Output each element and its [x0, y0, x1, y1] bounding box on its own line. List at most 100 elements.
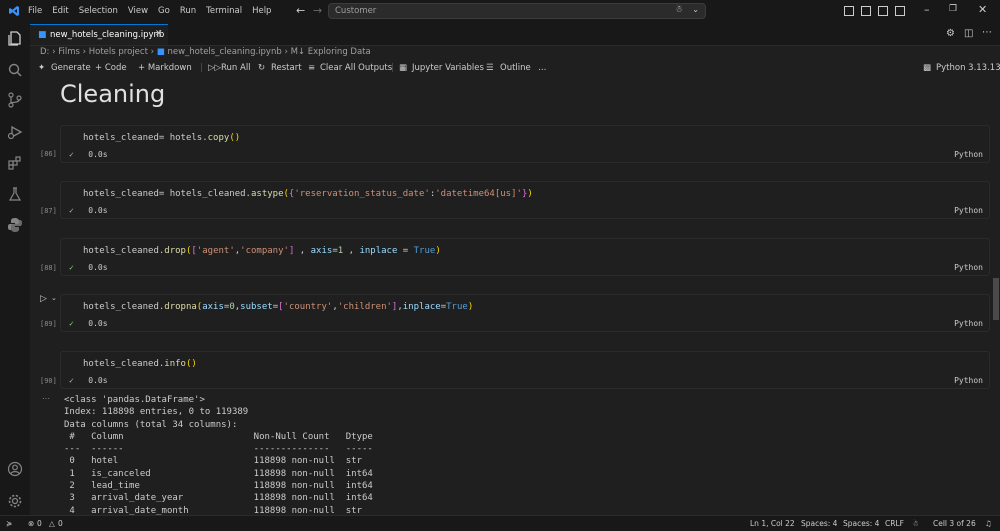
warning-count[interactable]: 0: [58, 519, 63, 528]
code-token: 'reservation_status_date': [294, 189, 430, 199]
testing-flask-icon[interactable]: [7, 186, 23, 202]
code-cell[interactable]: hotels_cleaned= hotels.copy() ✓ 0.0s Pyt…: [60, 125, 990, 163]
code-token: dropna: [164, 302, 197, 312]
scrollbar-thumb[interactable]: [993, 278, 999, 320]
breadcrumb-project[interactable]: Hotels project: [89, 47, 148, 57]
code-token: ,: [343, 246, 360, 256]
run-debug-icon[interactable]: [7, 124, 23, 140]
copilot-status-icon[interactable]: ☃: [912, 519, 919, 528]
cell-language[interactable]: Python: [954, 263, 983, 272]
add-markdown-button[interactable]: + Markdown: [138, 63, 192, 73]
gear-icon[interactable]: [7, 493, 23, 509]
code-cell[interactable]: hotels_cleaned.info() ✓ 0.0s Python: [60, 351, 990, 389]
explorer-icon[interactable]: [7, 30, 23, 46]
code-token: 'agent': [196, 246, 235, 256]
code-token: 'datetime64[us]': [435, 189, 522, 199]
code-token: True: [446, 302, 468, 312]
cell-source[interactable]: hotels_cleaned= hotels.copy(): [83, 133, 240, 143]
code-cell[interactable]: hotels_cleaned.dropna(axis=0,subset=['co…: [60, 294, 990, 332]
jupyter-variables-button[interactable]: Jupyter Variables: [412, 63, 484, 73]
cell-source[interactable]: hotels_cleaned= hotels_cleaned.astype({'…: [83, 189, 533, 199]
menu-help[interactable]: Help: [252, 6, 271, 16]
cell-language[interactable]: Python: [954, 150, 983, 159]
outline-button[interactable]: Outline: [500, 63, 531, 73]
more-actions-icon[interactable]: ⋯: [982, 27, 992, 38]
menu-edit[interactable]: Edit: [52, 6, 68, 16]
indentation-2[interactable]: Spaces: 4: [843, 519, 879, 528]
menu-terminal[interactable]: Terminal: [206, 6, 242, 16]
indentation-1[interactable]: Spaces: 4: [801, 519, 837, 528]
chevron-down-icon[interactable]: ⌄: [692, 5, 699, 14]
notebook-file-icon: ■: [156, 47, 165, 57]
cell-source[interactable]: hotels_cleaned.dropna(axis=0,subset=['co…: [83, 302, 473, 312]
customize-layout-icon[interactable]: [895, 6, 905, 16]
cell-indicator[interactable]: Cell 3 of 26: [933, 519, 976, 528]
run-options-chevron-icon[interactable]: ⌄: [51, 294, 57, 302]
clear-outputs-button[interactable]: Clear All Outputs: [320, 63, 392, 73]
cell-language[interactable]: Python: [954, 376, 983, 385]
error-count[interactable]: 0: [37, 519, 42, 528]
code-token: (): [185, 359, 197, 369]
account-icon[interactable]: [7, 461, 23, 477]
split-editor-icon[interactable]: ◫: [964, 28, 973, 39]
command-center-search[interactable]: Customer ☃ ⌄: [328, 3, 706, 19]
cell-language[interactable]: Python: [954, 206, 983, 215]
cell-source[interactable]: hotels_cleaned.drop(['agent','company'] …: [83, 246, 441, 256]
restore-icon[interactable]: ❐: [949, 4, 957, 14]
back-arrow-icon[interactable]: ←: [296, 4, 305, 17]
cell-source[interactable]: hotels_cleaned.info(): [83, 359, 197, 369]
code-token: =: [397, 246, 414, 256]
code-token: ): [467, 302, 474, 312]
output-line: # Column Non-Null Count Dtype: [64, 431, 373, 442]
code-cell[interactable]: hotels_cleaned= hotels_cleaned.astype({'…: [60, 181, 990, 219]
code-cell[interactable]: hotels_cleaned.drop(['agent','company'] …: [60, 238, 990, 276]
menu-view[interactable]: View: [128, 6, 148, 16]
output-line: 1 is_canceled 118898 non-null int64: [64, 468, 373, 479]
breadcrumb-films[interactable]: Films: [58, 47, 80, 57]
menu-go[interactable]: Go: [158, 6, 170, 16]
minimize-icon[interactable]: –: [924, 3, 930, 16]
menu-selection[interactable]: Selection: [79, 6, 118, 16]
add-code-button[interactable]: + Code: [95, 63, 127, 73]
python-icon[interactable]: [7, 217, 23, 233]
check-icon: ✓: [69, 263, 74, 272]
settings-gear-icon[interactable]: ⚙: [946, 28, 955, 39]
menu-file[interactable]: File: [28, 6, 42, 16]
check-icon: ✓: [69, 206, 74, 215]
run-all-button[interactable]: Run All: [221, 63, 251, 73]
toggle-secondary-sidebar-icon[interactable]: [878, 6, 888, 16]
notifications-bell-icon[interactable]: ♫: [985, 519, 992, 528]
copilot-icon[interactable]: ☃: [675, 5, 683, 15]
vscode-logo-icon: [9, 6, 19, 16]
breadcrumb-drive[interactable]: D:: [40, 47, 49, 57]
breadcrumb-file[interactable]: new_hotels_cleaning.ipynb: [167, 47, 281, 57]
kernel-selector[interactable]: Python 3.13.13: [936, 63, 1000, 73]
remote-icon[interactable]: ≽: [6, 519, 12, 528]
close-window-icon[interactable]: ✕: [978, 3, 987, 16]
code-token: hotels_cleaned.: [83, 359, 165, 369]
breadcrumb-section[interactable]: M↓ Exploring Data: [291, 47, 371, 57]
cell-duration: 0.0s: [88, 206, 108, 215]
close-tab-icon[interactable]: ✕: [155, 29, 163, 39]
execution-count: [86]: [40, 150, 57, 158]
cell-language[interactable]: Python: [954, 319, 983, 328]
source-control-icon[interactable]: [7, 92, 23, 108]
line-ending[interactable]: CRLF: [885, 519, 904, 528]
run-cell-icon[interactable]: ▷: [40, 294, 47, 304]
extensions-icon[interactable]: [7, 155, 23, 171]
more-toolbar-button[interactable]: …: [538, 63, 547, 73]
title-bar: File Edit Selection View Go Run Terminal Help ←…: [0, 0, 1000, 24]
generate-button[interactable]: Generate: [51, 63, 91, 73]
forward-arrow-icon[interactable]: →: [313, 4, 322, 17]
cursor-position[interactable]: Ln 1, Col 22: [750, 519, 795, 528]
restart-button[interactable]: Restart: [271, 63, 302, 73]
search-icon[interactable]: [7, 62, 23, 78]
code-token: axis: [310, 246, 333, 256]
toggle-primary-sidebar-icon[interactable]: [844, 6, 854, 16]
toggle-panel-icon[interactable]: [861, 6, 871, 16]
menu-run[interactable]: Run: [180, 6, 196, 16]
output-line: Data columns (total 34 columns):: [64, 419, 238, 430]
output-more-icon[interactable]: ⋯: [42, 394, 50, 403]
check-icon: ✓: [69, 376, 74, 385]
tab-notebook[interactable]: ■ new_hotels_cleaning.ipynb ✕: [30, 24, 168, 45]
